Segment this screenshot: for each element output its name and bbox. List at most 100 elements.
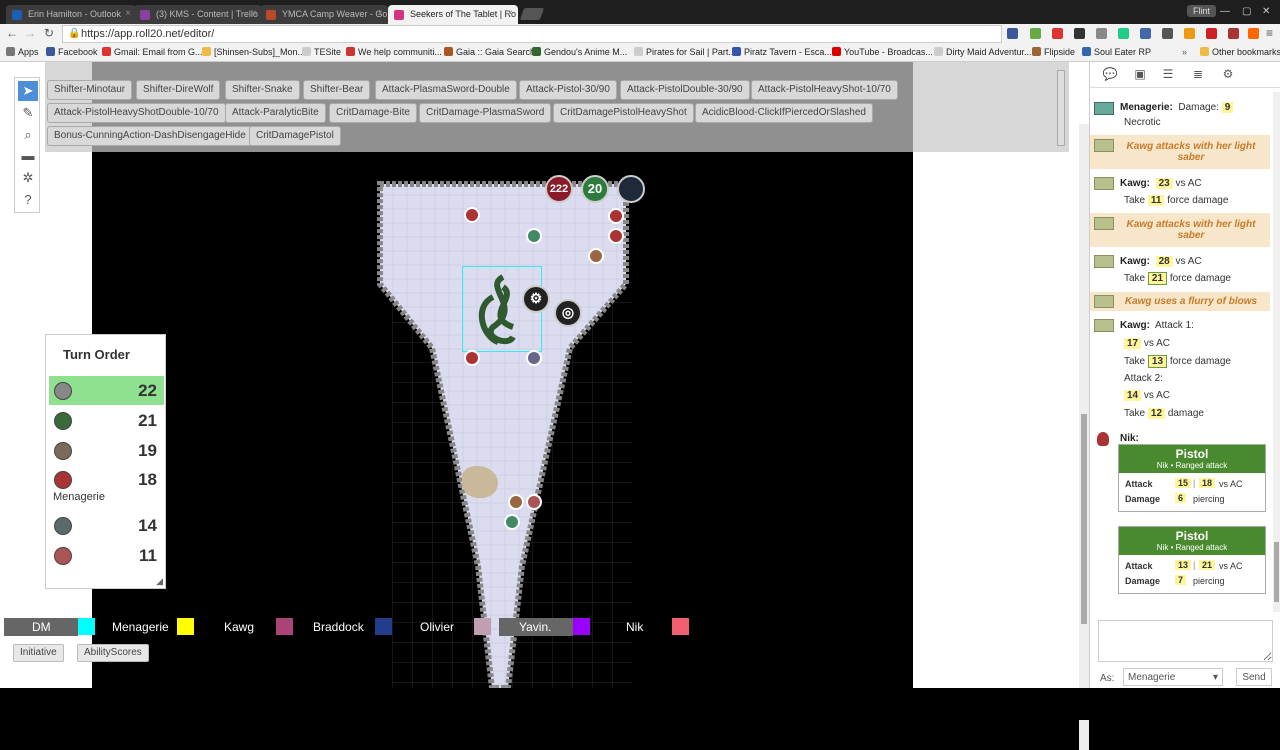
extension-icon[interactable] xyxy=(1162,28,1173,39)
browser-tab-outlook[interactable]: Erin Hamilton - Outlook × xyxy=(6,5,136,24)
forward-icon[interactable]: → xyxy=(24,26,36,40)
close-icon[interactable]: × xyxy=(507,8,513,19)
bookmark-apps[interactable]: Apps xyxy=(6,47,39,57)
player-token[interactable] xyxy=(508,494,524,510)
extension-icon[interactable] xyxy=(1206,28,1217,39)
extension-icon[interactable] xyxy=(1074,28,1085,39)
scrollbar-thumb[interactable] xyxy=(1274,542,1279,602)
player-name-kawg[interactable]: Kawg xyxy=(224,618,254,636)
player-token[interactable] xyxy=(504,514,520,530)
back-icon[interactable]: ← xyxy=(6,26,18,40)
other-bookmarks[interactable]: Other bookmarks xyxy=(1200,47,1280,57)
extension-icon[interactable] xyxy=(1118,28,1129,39)
macro-button[interactable]: Attack-PlasmaSword-Double xyxy=(375,80,517,100)
chat-scrollbar[interactable] xyxy=(1273,92,1280,612)
close-icon[interactable]: × xyxy=(125,8,131,19)
map-canvas[interactable]: 222 20 ⚙ ◎ xyxy=(92,62,913,688)
macro-button[interactable]: CritDamagePistolHeavyShot xyxy=(553,103,694,123)
minimize-icon[interactable]: — xyxy=(1220,6,1230,17)
player-token[interactable] xyxy=(526,350,542,366)
maximize-icon[interactable]: ▢ xyxy=(1242,6,1251,17)
player-name-olivier[interactable]: Olivier xyxy=(420,618,454,636)
macro-button[interactable]: Shifter-DireWolf xyxy=(136,80,221,100)
zoom-tool-icon[interactable]: ⌕ xyxy=(18,125,38,145)
measure-tool-icon[interactable]: ▬ xyxy=(18,146,38,166)
ability-scores-button[interactable]: AbilityScores xyxy=(77,644,149,662)
journal-icon[interactable]: ☰ xyxy=(1160,67,1176,81)
macro-button[interactable]: Attack-PistolDouble-30/90 xyxy=(620,80,750,100)
macro-button[interactable]: Shifter-Bear xyxy=(303,80,371,100)
scrollbar-thumb[interactable] xyxy=(1081,414,1087,624)
turn-order-entry[interactable]: 19 xyxy=(49,436,164,465)
player-token[interactable] xyxy=(526,494,542,510)
macro-button[interactable]: Shifter-Minotaur xyxy=(47,80,133,100)
help-icon[interactable]: ? xyxy=(18,190,38,210)
fog-tool-icon[interactable]: ✲ xyxy=(18,168,38,188)
macro-button[interactable]: CritDamage-PlasmaSword xyxy=(419,103,552,123)
token-bar3-bubble[interactable] xyxy=(617,175,645,203)
bookmark-gmail[interactable]: Gmail: Email from G... xyxy=(102,47,203,57)
initiative-button[interactable]: Initiative xyxy=(13,644,64,662)
jukebox-icon[interactable]: ≣ xyxy=(1190,67,1206,81)
macro-button[interactable]: Attack-PistolHeavyShot-10/70 xyxy=(751,80,898,100)
gear-icon[interactable]: ⚙ xyxy=(522,285,550,313)
bookmark-wehelp[interactable]: We help communiti... xyxy=(346,47,442,57)
macrobar-scrollbar[interactable] xyxy=(1057,70,1065,146)
bookmark-facebook[interactable]: Facebook xyxy=(46,47,98,57)
select-tool-icon[interactable]: ➤ xyxy=(18,81,38,101)
token-bar1-bubble[interactable]: 222 xyxy=(545,175,573,203)
page-scrollbar[interactable] xyxy=(1079,124,1089,750)
extension-icon[interactable] xyxy=(1007,28,1018,39)
macro-button[interactable]: AcidicBlood-ClickIfPiercedOrSlashed xyxy=(695,103,873,123)
close-window-icon[interactable]: ✕ xyxy=(1262,6,1270,17)
close-icon[interactable]: × xyxy=(251,8,257,19)
enemy-token[interactable] xyxy=(464,207,480,223)
bookmark-flipside[interactable]: Flipside xyxy=(1032,47,1075,57)
target-icon[interactable]: ◎ xyxy=(554,299,582,327)
chat-input[interactable] xyxy=(1098,620,1273,662)
resize-handle-icon[interactable]: ◢ xyxy=(156,576,163,587)
enemy-token[interactable] xyxy=(608,228,624,244)
bookmarks-overflow[interactable]: » xyxy=(1182,47,1187,57)
extension-icon[interactable] xyxy=(1030,28,1041,39)
art-library-icon[interactable]: ▣ xyxy=(1132,67,1148,81)
turn-order-entry[interactable]: 22 xyxy=(49,376,164,405)
bookmark-gaia[interactable]: Gaia :: Gaia Search xyxy=(444,47,535,57)
bookmark-piratz[interactable]: Piratz Tavern - Esca... xyxy=(732,47,832,57)
enemy-token[interactable] xyxy=(608,208,624,224)
chat-tab-icon[interactable]: 💬 xyxy=(1102,67,1118,81)
speaking-as-select[interactable]: Menagerie ▾ xyxy=(1123,668,1223,686)
token-bar2-bubble[interactable]: 20 xyxy=(581,175,609,203)
profile-badge[interactable]: Flint xyxy=(1186,5,1216,17)
player-name-nik[interactable]: Nik xyxy=(626,618,643,636)
bookmark-youtube[interactable]: YouTube - Broadcas... xyxy=(832,47,933,57)
player-name-dm[interactable]: DM xyxy=(4,618,78,636)
beast-token[interactable] xyxy=(462,466,498,498)
extension-icon[interactable] xyxy=(1096,28,1107,39)
extension-icon[interactable] xyxy=(1248,28,1259,39)
macro-button[interactable]: Attack-ParalyticBite xyxy=(225,103,326,123)
extension-icon[interactable] xyxy=(1052,28,1063,39)
turn-order-entry[interactable]: 11 xyxy=(49,541,164,570)
settings-gear-icon[interactable]: ⚙ xyxy=(1220,67,1236,81)
browser-tab-trello[interactable]: (3) KMS - Content | Trello × xyxy=(134,5,262,24)
browser-tab-roll20[interactable]: Seekers of The Tablet | Ro × xyxy=(388,5,518,24)
enemy-token[interactable] xyxy=(464,350,480,366)
bookmark-souleater[interactable]: Soul Eater RP xyxy=(1082,47,1151,57)
macro-button[interactable]: CritDamage-Bite xyxy=(329,103,417,123)
turn-order-entry[interactable]: 21 xyxy=(49,406,164,435)
player-token[interactable] xyxy=(526,228,542,244)
macro-button[interactable]: CritDamagePistol xyxy=(249,126,341,146)
player-token[interactable] xyxy=(588,248,604,264)
bookmark-pirates[interactable]: Pirates for Sail | Part... xyxy=(634,47,736,57)
macro-button[interactable]: Shifter-Snake xyxy=(225,80,300,100)
macro-button[interactable]: Attack-PistolHeavyShotDouble-10/70 xyxy=(47,103,226,123)
close-icon[interactable]: × xyxy=(377,8,383,19)
bookmark-dirtymaid[interactable]: Dirty Maid Adventur... xyxy=(934,47,1032,57)
turn-order-entry[interactable]: 14 xyxy=(49,511,164,540)
bookmark-tesite[interactable]: TESite xyxy=(302,47,341,57)
turn-order-entry[interactable]: 18 Menagerie xyxy=(49,465,164,509)
browser-tab-ymca[interactable]: YMCA Camp Weaver - Go × xyxy=(260,5,388,24)
turn-order-panel[interactable]: Turn Order 22 21 19 18 Menagerie 14 11 ◢ xyxy=(45,334,166,589)
reload-icon[interactable]: ↻ xyxy=(44,26,54,40)
